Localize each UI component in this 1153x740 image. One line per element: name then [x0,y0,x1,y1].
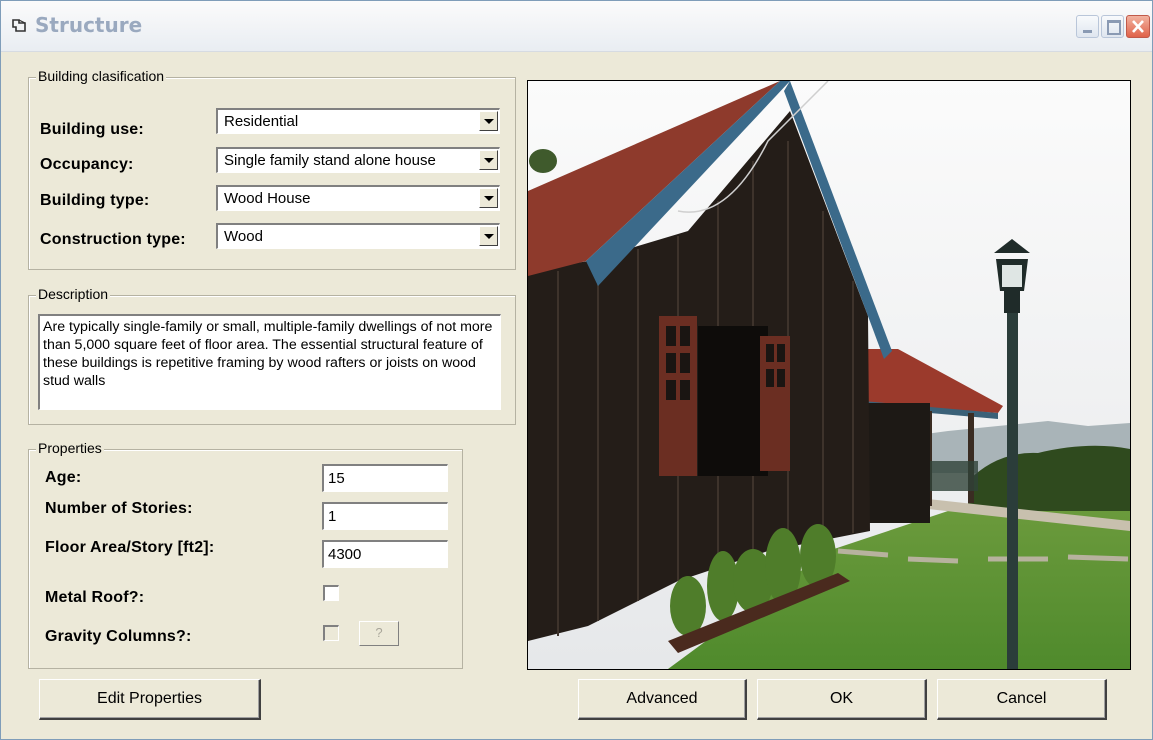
building-type-value: Wood House [224,190,311,207]
floor-area-label: Floor Area/Story [ft2]: [45,539,215,556]
minimize-icon [1083,30,1092,33]
occupancy-value: Single family stand alone house [224,152,436,169]
gravity-columns-help-button[interactable]: ? [359,621,399,646]
age-input[interactable]: 15 [322,464,448,492]
gravity-columns-checkbox[interactable] [323,625,339,641]
description-textarea[interactable]: Are typically single-family or small, mu… [38,314,501,410]
chevron-down-icon[interactable] [479,150,498,170]
occupancy-label: Occupancy: [40,156,134,173]
window-icon [12,19,26,32]
floor-area-input[interactable]: 4300 [322,540,448,568]
chevron-down-icon[interactable] [479,111,498,131]
close-button[interactable] [1126,15,1150,38]
building-photo [527,80,1131,670]
cancel-button[interactable]: Cancel [937,679,1107,720]
stories-label: Number of Stories: [45,500,193,517]
building-use-label: Building use: [40,121,144,138]
chevron-down-icon[interactable] [479,226,498,246]
building-classification-legend: Building clasification [36,68,167,84]
minimize-button[interactable] [1076,15,1099,38]
maximize-button[interactable] [1101,15,1124,38]
stories-input[interactable]: 1 [322,502,448,530]
construction-type-select[interactable]: Wood [216,223,500,249]
building-type-label: Building type: [40,192,150,209]
metal-roof-label: Metal Roof?: [45,589,145,606]
occupancy-select[interactable]: Single family stand alone house [216,147,500,173]
construction-type-label: Construction type: [40,231,186,248]
chevron-down-icon[interactable] [479,188,498,208]
ok-button[interactable]: OK [757,679,927,720]
properties-legend: Properties [36,440,104,456]
title-bar[interactable]: Structure [1,1,1152,52]
building-use-select[interactable]: Residential [216,108,500,134]
description-legend: Description [36,286,111,302]
building-use-value: Residential [224,113,299,130]
age-label: Age: [45,469,82,486]
construction-type-value: Wood [224,228,263,245]
window-title: Structure [35,13,143,37]
close-icon [1132,20,1144,33]
gravity-columns-label: Gravity Columns?: [45,628,192,645]
structure-window: Structure Building clasification Buildin… [0,0,1153,740]
edit-properties-button[interactable]: Edit Properties [39,679,261,720]
dialog-body: Building clasification Building use: Res… [1,52,1152,739]
building-type-select[interactable]: Wood House [216,185,500,211]
maximize-icon [1107,20,1121,35]
advanced-button[interactable]: Advanced [578,679,747,720]
wood-house-image [528,81,1130,669]
metal-roof-checkbox[interactable] [323,585,339,601]
